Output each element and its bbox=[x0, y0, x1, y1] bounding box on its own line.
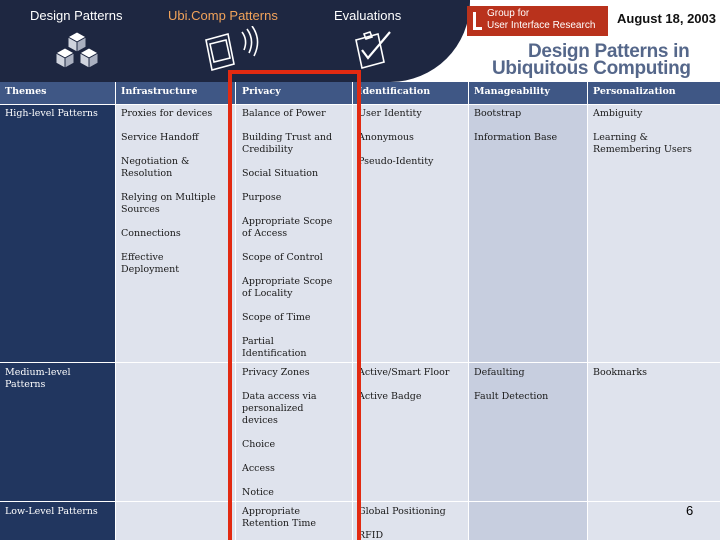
pattern-cell[interactable]: Proxies for devices bbox=[121, 108, 231, 120]
row-label-low-level: Low-Level Patterns bbox=[5, 506, 98, 517]
pattern-cell[interactable]: Active Badge bbox=[358, 391, 464, 403]
title-line-2: Ubiquitous Computing bbox=[492, 58, 691, 79]
logo-line-2: User Interface Research bbox=[487, 20, 596, 31]
pattern-cell[interactable]: Fault Detection bbox=[474, 391, 584, 403]
pattern-cell[interactable]: Bootstrap bbox=[474, 108, 584, 120]
pattern-cell[interactable]: Partial Identification bbox=[242, 336, 322, 360]
pattern-cell[interactable]: Effective Deployment bbox=[121, 252, 201, 276]
row-label-high-level: High-level Patterns bbox=[5, 108, 98, 119]
logo-mark-icon bbox=[473, 12, 482, 30]
pattern-cell[interactable]: Pseudo-Identity bbox=[358, 156, 464, 168]
pattern-cell[interactable]: Connections bbox=[121, 228, 231, 240]
pattern-cell[interactable]: Active/Smart Floor bbox=[358, 367, 466, 379]
column-header-identification: Identification bbox=[358, 86, 431, 97]
column-header-themes: Themes bbox=[5, 86, 47, 97]
column-header-infrastructure: Infrastructure bbox=[121, 86, 198, 97]
pattern-cell[interactable]: Bookmarks bbox=[593, 367, 713, 379]
row-label-medium-level: Medium-level Patterns bbox=[5, 367, 71, 390]
identification-column bbox=[352, 82, 468, 540]
pattern-cell[interactable]: Access bbox=[242, 463, 348, 475]
grid-line bbox=[0, 362, 720, 363]
pattern-cell[interactable]: Ambiguity bbox=[593, 108, 713, 120]
grid-line bbox=[0, 501, 720, 502]
pattern-cell[interactable]: Learning & Remembering Users bbox=[593, 132, 693, 156]
grid-line bbox=[468, 82, 469, 540]
pattern-cell[interactable]: Social Situation bbox=[242, 168, 348, 180]
grid-line bbox=[587, 82, 588, 540]
pattern-cell[interactable]: Defaulting bbox=[474, 367, 584, 379]
pattern-cell[interactable]: Notice bbox=[242, 487, 348, 499]
grid-line bbox=[0, 104, 720, 105]
presentation-date: August 18, 2003 bbox=[617, 11, 716, 26]
row-label-column bbox=[0, 82, 115, 540]
clipboard-check-icon[interactable] bbox=[350, 28, 394, 74]
pattern-cell[interactable]: Building Trust and Credibility bbox=[242, 132, 342, 156]
pattern-cell[interactable]: Privacy Zones bbox=[242, 367, 348, 379]
nav-design-patterns[interactable]: Design Patterns bbox=[30, 8, 123, 23]
pattern-cell[interactable]: Anonymous bbox=[358, 132, 464, 144]
logo-line-1: Group for bbox=[487, 8, 530, 19]
pattern-cell[interactable]: RFID bbox=[358, 530, 464, 540]
grid-line bbox=[115, 82, 116, 540]
patterns-table: Themes Infrastructure Privacy Identifica… bbox=[0, 82, 720, 540]
pattern-cell[interactable]: Scope of Control bbox=[242, 252, 348, 264]
pattern-cell[interactable]: Appropriate Scope of Access bbox=[242, 216, 342, 240]
pattern-cell[interactable]: Purpose bbox=[242, 192, 348, 204]
pattern-cell[interactable]: User Identity bbox=[358, 108, 464, 120]
infrastructure-column bbox=[115, 82, 235, 540]
pattern-cell[interactable]: Appropriate Retention Time bbox=[242, 506, 322, 530]
nav-evaluations[interactable]: Evaluations bbox=[334, 8, 401, 23]
page-number: 6 bbox=[686, 503, 694, 518]
pattern-cell[interactable]: Relying on Multiple Sources bbox=[121, 192, 221, 216]
pattern-cell[interactable]: Data access via personalized devices bbox=[242, 391, 322, 427]
grid-line bbox=[235, 82, 236, 540]
pattern-cell[interactable]: Balance of Power bbox=[242, 108, 348, 120]
pda-icon[interactable] bbox=[198, 26, 262, 74]
pattern-cell[interactable]: Global Positioning bbox=[358, 506, 466, 518]
manageability-column bbox=[468, 82, 587, 540]
header: Design Patterns Ubi.Comp Patterns Evalua… bbox=[0, 0, 720, 82]
cubes-icon[interactable] bbox=[52, 30, 102, 74]
pattern-cell[interactable]: Scope of Time bbox=[242, 312, 348, 324]
column-header-personalization: Personalization bbox=[593, 86, 676, 97]
pattern-cell[interactable]: Negotiation & Resolution bbox=[121, 156, 201, 180]
grid-line bbox=[352, 82, 353, 540]
pattern-cell[interactable]: Choice bbox=[242, 439, 348, 451]
pattern-cell[interactable]: Appropriate Scope of Locality bbox=[242, 276, 342, 300]
column-header-manageability: Manageability bbox=[474, 86, 550, 97]
pattern-cell[interactable]: Service Handoff bbox=[121, 132, 231, 144]
nav-ubicomp-patterns[interactable]: Ubi.Comp Patterns bbox=[168, 8, 278, 23]
column-header-privacy: Privacy bbox=[242, 86, 281, 97]
pattern-cell[interactable]: Information Base bbox=[474, 132, 584, 144]
